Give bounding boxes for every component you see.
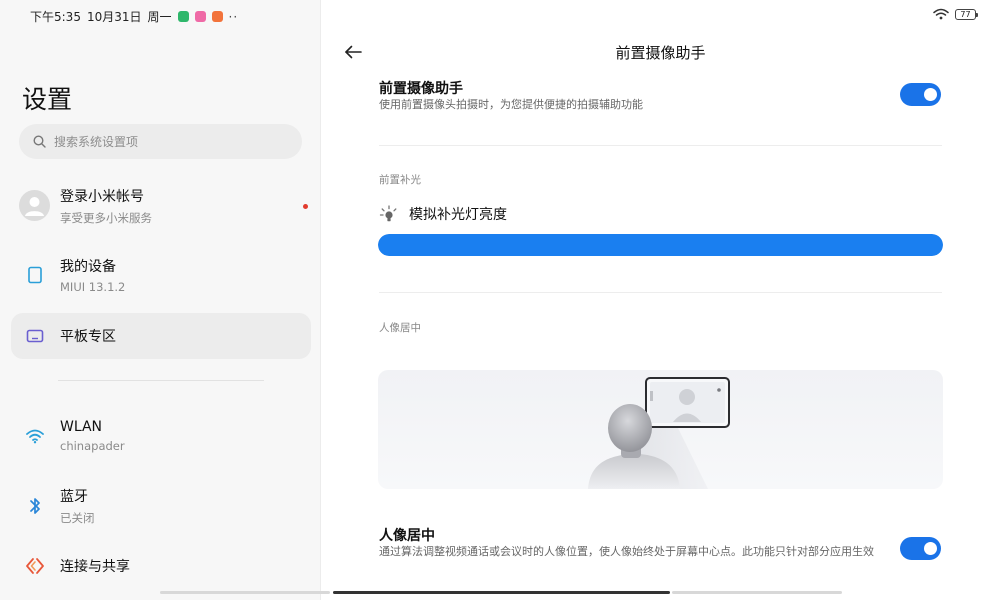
search-bar[interactable] (19, 124, 302, 159)
sidebar-item-label: WLAN (60, 419, 103, 435)
front-camera-assistant-toggle[interactable] (900, 83, 941, 106)
sidebar-item-label: 蓝牙 (60, 489, 88, 505)
app-green-icon (177, 11, 189, 22)
sidebar-item-label: 平板专区 (60, 329, 116, 345)
toggle-knob (924, 88, 937, 101)
sidebar-item-my-device[interactable]: 我的设备 MIUI 13.1.2 (11, 252, 311, 298)
battery-level: 77 (960, 9, 971, 19)
light-bulb-icon (379, 205, 397, 222)
sidebar-item-account[interactable]: 登录小米帐号 享受更多小米服务 (11, 183, 311, 229)
front-camera-assistant-title: 前置摄像助手 (379, 81, 463, 97)
search-icon (33, 135, 46, 148)
app-orange-icon (211, 11, 223, 22)
portrait-centering-illustration (378, 370, 943, 489)
sidebar-item-tablet-zone[interactable]: 平板专区 (11, 313, 311, 359)
section-portrait-centering: 人像居中 (379, 322, 421, 334)
section-fill-light: 前置补光 (379, 174, 421, 186)
wifi-icon (23, 424, 47, 448)
sidebar-divider (58, 380, 264, 381)
app-pink-icon (194, 11, 206, 22)
portrait-centering-desc: 通过算法调整视频通话或会议时的人像位置，使人像始终处于屏幕中心点。此功能只针对部… (379, 545, 874, 558)
portrait-centering-toggle[interactable] (900, 537, 941, 560)
search-input[interactable] (54, 134, 274, 149)
divider (379, 145, 942, 146)
toggle-knob (924, 542, 937, 555)
sidebar-item-sub: MIUI 13.1.2 (60, 280, 126, 294)
account-sub: 享受更多小米服务 (60, 211, 152, 225)
front-camera-assistant-desc: 使用前置摄像头拍摄时，为您提供便捷的拍摄辅助功能 (379, 98, 643, 111)
home-indicator[interactable] (333, 591, 670, 594)
detail-pane: 77 前置摄像助手 前置摄像助手 使用前置摄像头拍摄时，为您提供便捷的拍摄辅助功… (321, 0, 1000, 600)
sidebar-item-wlan[interactable]: WLAN chinapader (11, 413, 311, 459)
sidebar-item-label: 我的设备 (60, 259, 116, 275)
status-weekday: 周一 (147, 10, 172, 24)
status-date: 10月31日 (86, 10, 142, 24)
more-notifications-icon: ·· (228, 9, 239, 24)
account-label: 登录小米帐号 (60, 189, 144, 205)
sidebar-item-bluetooth[interactable]: 蓝牙 已关闭 (11, 483, 311, 529)
notice-dot (303, 204, 308, 209)
sidebar-item-label: 连接与共享 (60, 559, 130, 575)
slider-fill (378, 234, 943, 256)
status-bar-right: 77 (933, 8, 978, 20)
fill-light-brightness-label: 模拟补光灯亮度 (409, 207, 507, 223)
page-title: 前置摄像助手 (615, 44, 706, 62)
gesture-bar-right (672, 591, 842, 594)
status-time: 下午5:35 (30, 10, 81, 24)
tablet-icon (23, 263, 47, 287)
bluetooth-icon (23, 494, 47, 518)
sidebar-item-connection-sharing[interactable]: 连接与共享 (11, 543, 311, 589)
settings-title: 设置 (22, 85, 73, 114)
wifi-status-icon (933, 8, 949, 20)
battery-icon: 77 (955, 8, 978, 20)
sidebar-item-sub: chinapader (60, 439, 125, 453)
sidebar-item-sub: 已关闭 (60, 511, 95, 525)
settings-sidebar: 下午5:35 10月31日 周一 ·· 设置 登录小米帐号 享受更多小米服务 (0, 0, 321, 600)
share-icon (23, 554, 47, 578)
avatar[interactable] (19, 190, 50, 221)
fill-light-brightness-slider[interactable] (378, 234, 943, 256)
status-bar-left: 下午5:35 10月31日 周一 ·· (30, 8, 238, 25)
user-avatar-icon (25, 197, 44, 216)
gesture-bar-left (160, 591, 330, 594)
illustration-graphic (588, 377, 730, 489)
tablet-zone-icon (23, 324, 47, 348)
portrait-centering-title: 人像居中 (379, 528, 435, 544)
fill-light-row: 模拟补光灯亮度 (379, 204, 507, 224)
divider (379, 292, 942, 293)
